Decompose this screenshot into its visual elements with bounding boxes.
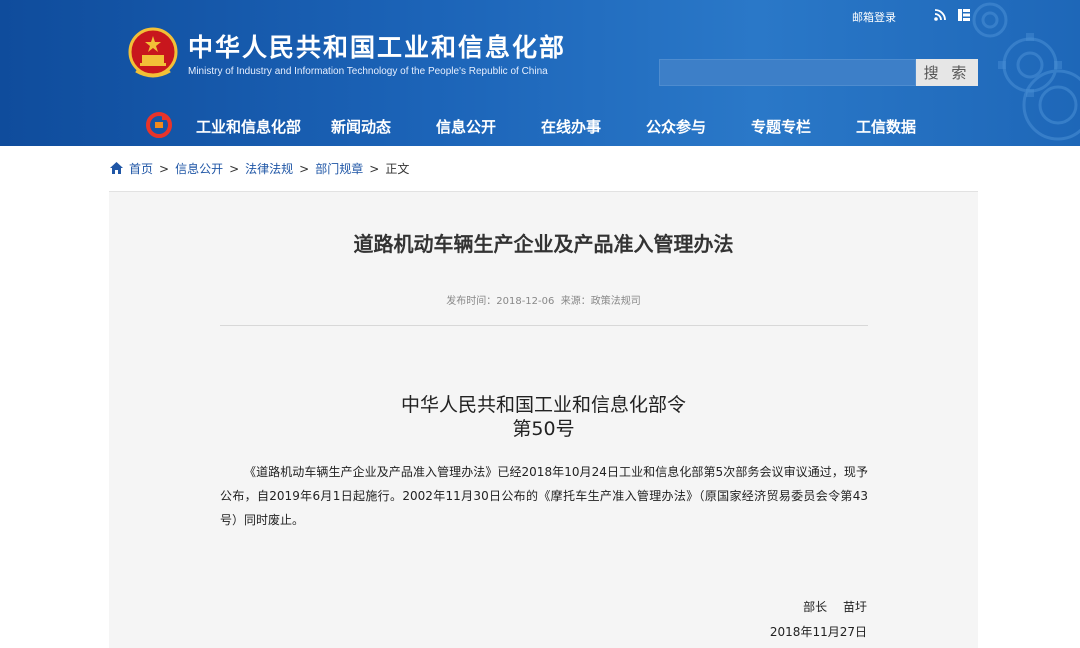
mail-login-link[interactable]: 邮箱登录 <box>852 9 896 25</box>
breadcrumb-home[interactable]: 首页 <box>129 162 153 176</box>
breadcrumb-separator: > <box>159 162 170 176</box>
breadcrumb-info-disclosure[interactable]: 信息公开 <box>175 162 223 176</box>
national-emblem-icon <box>128 27 178 78</box>
breadcrumb-separator: > <box>299 162 310 176</box>
breadcrumb-separator: > <box>229 162 240 176</box>
breadcrumb: 首页 > 信息公开 > 法律法规 > 部门规章 > 正文 <box>110 160 409 177</box>
site-title: 中华人民共和国工业和信息化部 <box>188 33 567 62</box>
divider <box>220 325 868 326</box>
article-title: 道路机动车辆生产企业及产品准入管理办法 <box>353 232 734 256</box>
search-button[interactable]: 搜 索 <box>916 59 978 86</box>
nav-item-special-topics[interactable]: 专题专栏 <box>751 116 811 137</box>
article-body: 《道路机动车辆生产企业及产品准入管理办法》已经2018年10月24日工业和信息化… <box>220 465 868 527</box>
sign-date: 2018年11月27日 <box>769 625 867 639</box>
site-header: 中华人民共和国工业和信息化部 Ministry of Industry and … <box>0 0 1080 146</box>
breadcrumb-current: 正文 <box>385 162 410 176</box>
grid-icon[interactable] <box>957 8 971 22</box>
nav-item-news[interactable]: 新闻动态 <box>331 116 391 137</box>
home-icon[interactable] <box>110 162 123 174</box>
miit-logo-icon <box>146 112 172 138</box>
article-panel: 道路机动车辆生产企业及产品准入管理办法 发布时间：2018-12-06 来源：政… <box>109 191 978 648</box>
nav-item-public-participation[interactable]: 公众参与 <box>646 116 706 137</box>
breadcrumb-separator: > <box>369 162 380 176</box>
nav-item-miit[interactable]: 工业和信息化部 <box>196 116 301 137</box>
rss-icon[interactable] <box>933 8 947 22</box>
nav-item-info-disclosure[interactable]: 信息公开 <box>436 116 496 137</box>
breadcrumb-dept-rules[interactable]: 部门规章 <box>315 162 363 176</box>
site-subtitle: Ministry of Industry and Information Tec… <box>188 66 548 77</box>
main-nav: 工业和信息化部 新闻动态 信息公开 在线办事 公众参与 专题专栏 工信数据 <box>0 108 1080 146</box>
signer: 部长 苗圩 <box>803 600 867 614</box>
breadcrumb-laws[interactable]: 法律法规 <box>245 162 293 176</box>
decree-number: 第50号 <box>512 418 575 440</box>
search-input[interactable] <box>659 59 916 86</box>
nav-item-online-services[interactable]: 在线办事 <box>541 116 601 137</box>
article-meta: 发布时间：2018-12-06 来源：政策法规司 <box>446 296 641 307</box>
decree-heading: 中华人民共和国工业和信息化部令 <box>400 394 686 416</box>
nav-item-data[interactable]: 工信数据 <box>856 116 916 137</box>
